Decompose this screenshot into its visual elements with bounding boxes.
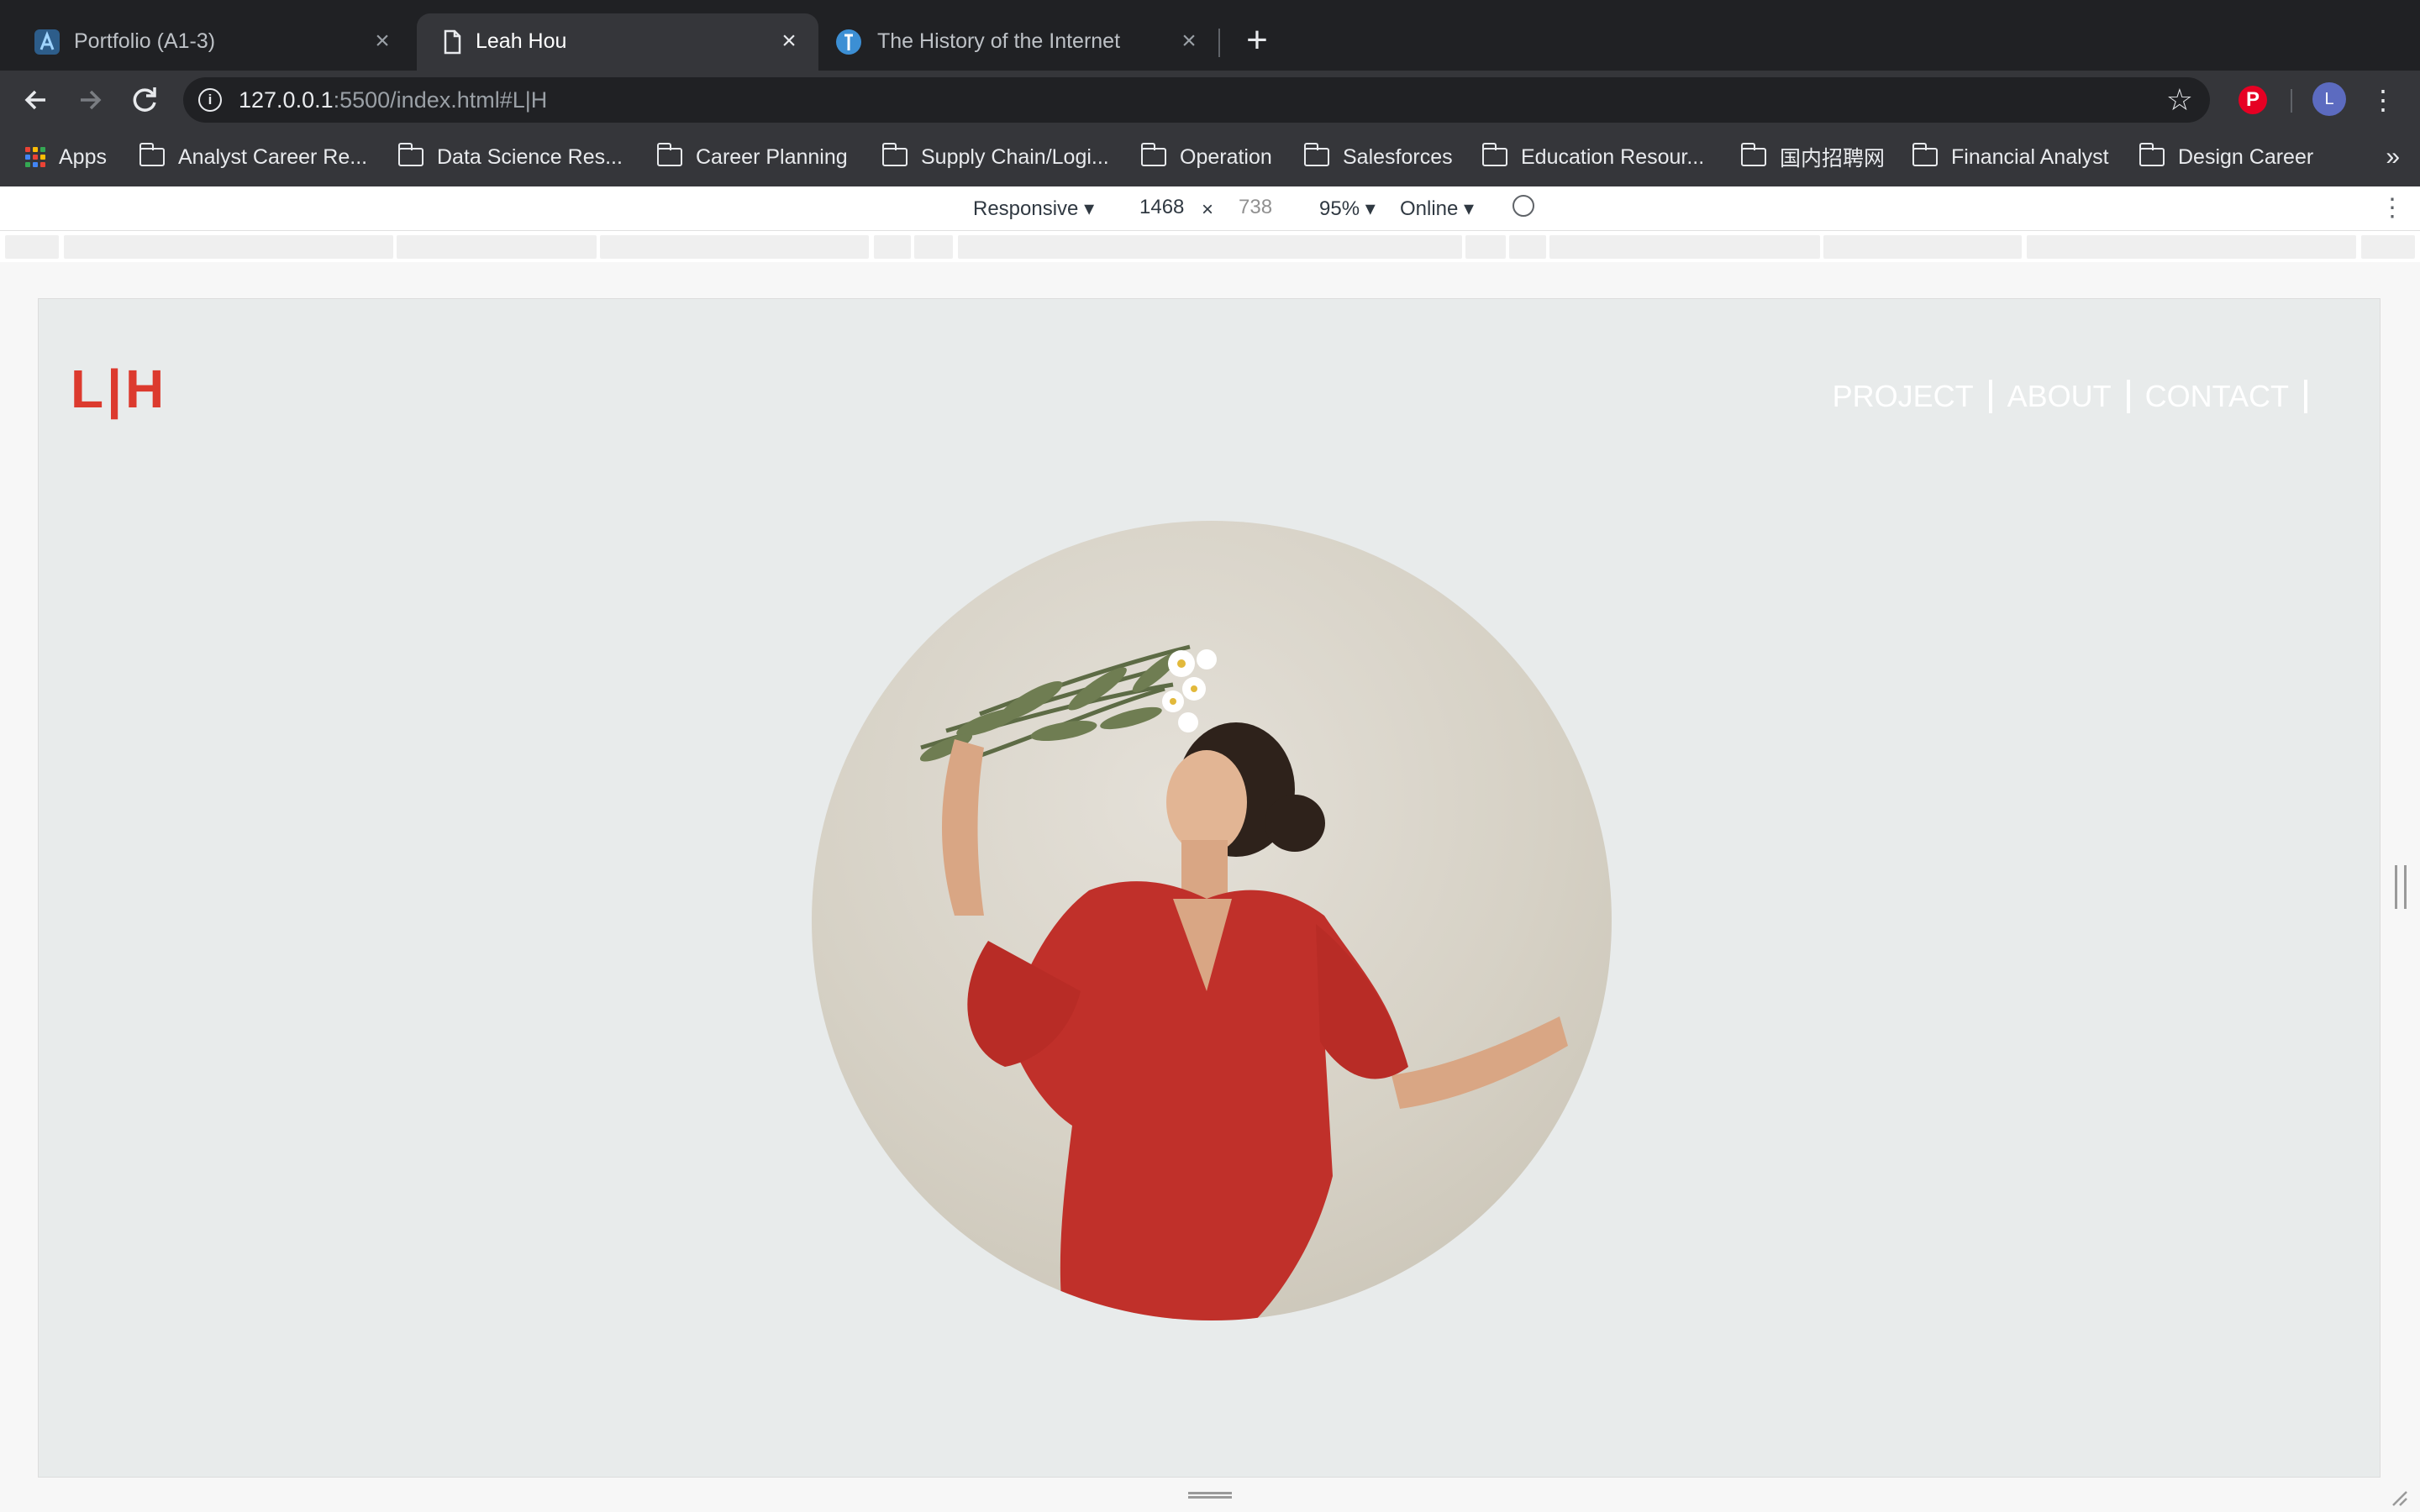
bookmark-folder[interactable]: Supply Chain/Logi...: [881, 141, 1109, 173]
zoom-select[interactable]: 95% ▾: [1319, 197, 1376, 221]
site-logo[interactable]: L|H: [71, 358, 167, 420]
url-text[interactable]: 127.0.0.1:5500/index.html#L|H: [239, 87, 547, 113]
bookmark-folder[interactable]: Financial Analyst: [1912, 141, 2109, 173]
folder-icon: [1140, 143, 1166, 166]
site-nav: PROJECT ABOUT CONTACT: [1833, 379, 2323, 414]
bookmark-folder[interactable]: Education Resour...: [1481, 141, 1704, 173]
pinterest-extension-icon[interactable]: P: [2238, 86, 2267, 114]
viewport-resize-handle-bottom[interactable]: [1188, 1492, 1232, 1499]
folder-icon: [881, 143, 908, 166]
folder-icon: [2139, 143, 2165, 166]
bookmark-folder[interactable]: Design Career: [2139, 141, 2313, 173]
viewport-resize-handle-corner[interactable]: [2388, 1487, 2408, 1507]
network-throttle-select[interactable]: Online ▾: [1400, 197, 1474, 221]
browser-menu-icon[interactable]: ⋮: [2368, 81, 2398, 119]
viewport-resize-handle-right[interactable]: [2395, 865, 2407, 909]
folder-icon: [1912, 143, 1938, 166]
tab-title: Leah Hou: [476, 29, 567, 53]
tab-separator: [1218, 29, 1220, 57]
bookmarks-bar: Apps Analyst Career Re... Data Science R…: [0, 129, 2420, 186]
tab-portfolio[interactable]: Portfolio (A1-3) ×: [0, 13, 412, 71]
folder-icon: [1481, 143, 1507, 166]
profile-avatar[interactable]: L: [2312, 82, 2346, 116]
bookmark-folder[interactable]: Salesforces: [1303, 141, 1453, 173]
tab-title: Portfolio (A1-3): [74, 29, 216, 53]
more-bookmarks-button[interactable]: »: [2386, 141, 2400, 173]
viewport-width-input[interactable]: 1468: [1134, 193, 1189, 222]
close-icon[interactable]: ×: [1175, 27, 1203, 55]
back-button[interactable]: [17, 81, 55, 119]
forward-button[interactable]: [71, 81, 109, 119]
dimension-separator: ×: [1202, 198, 1214, 221]
folder-icon: [656, 143, 682, 166]
close-icon[interactable]: ×: [368, 27, 397, 55]
new-tab-button[interactable]: +: [1239, 22, 1276, 60]
nav-project-link[interactable]: PROJECT: [1833, 379, 1974, 414]
nav-contact-link[interactable]: CONTACT: [2145, 379, 2289, 414]
device-toolbar: Responsive ▾ 1468 × 738 95% ▾ Online ▾ ⋮: [0, 186, 2420, 231]
device-select[interactable]: Responsive ▾: [973, 197, 1094, 221]
adobe-portfolio-icon: [34, 29, 60, 55]
page-icon: [439, 29, 466, 55]
nav-divider: [2304, 380, 2307, 413]
tab-title: The History of the Internet: [877, 29, 1121, 53]
tab-leah-hou[interactable]: Leah Hou ×: [417, 13, 818, 71]
nav-divider: [1988, 380, 1992, 413]
emulated-viewport: L|H PROJECT ABOUT CONTACT: [39, 299, 2380, 1477]
device-options-icon[interactable]: ⋮: [2380, 193, 2405, 223]
reload-button[interactable]: [126, 81, 165, 119]
tab-history-internet[interactable]: The History of the Internet ×: [818, 13, 1218, 71]
bookmark-folder[interactable]: 国内招聘网: [1740, 141, 1885, 173]
media-query-bar[interactable]: [0, 232, 2420, 262]
bookmark-star-icon[interactable]: ☆: [2166, 82, 2193, 118]
folder-icon: [1303, 143, 1329, 166]
viewport-frame: L|H PROJECT ABOUT CONTACT: [0, 262, 2420, 1512]
tab-strip: Portfolio (A1-3) × Leah Hou × The Histor…: [0, 0, 2420, 71]
nav-divider: [2126, 380, 2130, 413]
nav-about-link[interactable]: ABOUT: [2007, 379, 2112, 414]
folder-icon: [1740, 143, 1766, 166]
bookmark-folder[interactable]: Data Science Res...: [397, 141, 623, 173]
close-icon[interactable]: ×: [775, 27, 803, 55]
address-bar[interactable]: i 127.0.0.1:5500/index.html#L|H ☆: [183, 77, 2210, 123]
apps-grid-icon: [25, 147, 45, 167]
globe-icon: [835, 29, 862, 55]
bookmark-folder[interactable]: Career Planning: [656, 141, 848, 173]
bookmark-folder[interactable]: Analyst Career Re...: [139, 141, 367, 173]
rotate-icon[interactable]: [1507, 190, 1539, 222]
browser-toolbar: i 127.0.0.1:5500/index.html#L|H ☆ P L ⋮: [0, 71, 2420, 129]
bookmark-apps[interactable]: Apps: [25, 141, 107, 173]
bookmark-folder[interactable]: Operation: [1140, 141, 1272, 173]
toolbar-separator: [2291, 89, 2292, 113]
viewport-height-input[interactable]: 738: [1234, 193, 1277, 222]
folder-icon: [139, 143, 165, 166]
folder-icon: [397, 143, 424, 166]
hero-portrait-image: [812, 521, 1612, 1320]
info-icon[interactable]: i: [198, 88, 222, 112]
